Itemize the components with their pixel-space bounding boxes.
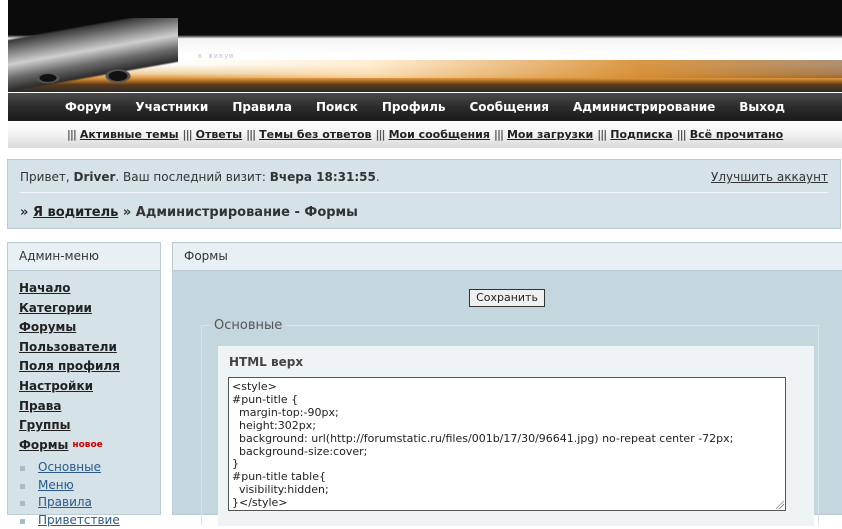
nav-profile[interactable]: Профиль [382,100,446,114]
breadcrumb: » Я водитель » Администрирование - Формы [20,205,358,220]
admin-menu-categories[interactable]: Категории [19,301,92,315]
subnav-separator: ||| [66,128,77,141]
subnav-item: ||| Ответы [183,128,243,141]
admin-menu-item: Настройки [19,377,160,397]
admin-menu-groups[interactable]: Группы [19,418,71,432]
html-top-section: HTML верх <style> #pun-title { margin-to… [218,346,814,526]
save-button[interactable]: Сохранить [469,289,545,307]
subnav-separator: ||| [597,128,607,141]
upgrade-account-link[interactable]: Улучшить аккаунт [711,170,828,184]
subnav-item: ||| Активные темы [67,128,179,141]
admin-menu-item: Пользователи [19,338,160,358]
breadcrumb-prefix: » [20,205,29,220]
main-navigation: Форум Участники Правила Поиск Профиль Со… [8,93,842,121]
admin-submenu-list: Основные Меню Правила Приветствие [8,455,160,529]
html-top-textarea[interactable]: <style> #pun-title { margin-top:-90px; h… [228,377,786,511]
subnav-item: ||| Мои загрузки [494,128,593,141]
subnav-item: ||| Мои сообщения [376,128,490,141]
admin-menu-item: Права [19,397,160,417]
greeting-text: Привет, [20,170,70,184]
last-visit-value: Вчера 18:31:55 [269,170,376,184]
admin-menu-item: Формы новое [19,436,160,456]
admin-menu: Админ-меню Начало Категории Форумы Польз… [7,242,161,527]
admin-menu-title: Админ-меню [8,243,160,271]
admin-menu-profile-fields[interactable]: Поля профиля [19,359,120,373]
subnav-separator: ||| [246,128,256,141]
subnav-active-topics[interactable]: Активные темы [80,128,179,141]
subnav-item: ||| Темы без ответов [246,128,371,141]
submenu-basic[interactable]: Основные [38,460,101,474]
subnav-my-posts[interactable]: Мои сообщения [389,128,490,141]
nav-administration[interactable]: Администрирование [573,100,715,114]
welcome-divider [20,192,828,193]
submenu-rules[interactable]: Правила [38,495,92,509]
admin-menu-item: Категории [19,299,160,319]
welcome-period: . [375,170,380,184]
forms-panel: Формы Сохранить Основные HTML верх <styl… [172,242,842,526]
banner-light-streak [168,60,842,78]
subnav-item: ||| Всё прочитано [677,128,784,141]
username: Driver [73,170,116,184]
admin-menu-forms[interactable]: Формы [19,438,68,452]
subnav-replies[interactable]: Ответы [196,128,242,141]
admin-menu-users[interactable]: Пользователи [19,340,117,354]
subnav-item: ||| Подписка [597,128,672,141]
admin-submenu-item: Основные [20,459,160,477]
nav-members[interactable]: Участники [135,100,208,114]
breadcrumb-home-link[interactable]: Я водитель [33,205,118,220]
subnav-unanswered[interactable]: Темы без ответов [259,128,371,141]
admin-menu-forums[interactable]: Форумы [19,320,76,334]
admin-menu-item: Поля профиля [19,357,160,377]
admin-menu-start[interactable]: Начало [19,281,71,295]
submenu-menu[interactable]: Меню [38,478,74,492]
admin-menu-item: Группы [19,416,160,436]
breadcrumb-current: » Администрирование - Формы [122,205,358,220]
sub-navigation: ||| Активные темы ||| Ответы ||| Темы без о… [8,121,842,148]
welcome-box: Привет, Driver. Ваш последний визит: Вче… [7,159,841,229]
last-visit-label: . Ваш последний визит: [115,170,266,184]
forms-panel-title: Формы [173,243,842,271]
subnav-separator: ||| [375,128,386,141]
admin-submenu-item: Меню [20,477,160,495]
subnav-separator: ||| [182,128,193,141]
subnav-separator: ||| [676,128,687,141]
welcome-line: Привет, Driver. Ваш последний визит: Вче… [20,170,380,184]
nav-messages[interactable]: Сообщения [469,100,548,114]
basic-fieldset: Основные HTML верх <style> #pun-title { … [201,318,819,526]
admin-menu-settings[interactable]: Настройки [19,379,93,393]
subnav-separator: ||| [493,128,504,141]
admin-menu-item: Форумы [19,318,160,338]
html-top-label: HTML верх [229,355,304,369]
fieldset-legend: Основные [210,318,287,333]
admin-submenu-item: Приветствие [20,512,160,529]
nav-logout[interactable]: Выход [739,100,785,114]
subnav-my-uploads[interactable]: Мои загрузки [507,128,593,141]
textarea-resize-handle[interactable] [776,501,784,509]
admin-menu-list: Начало Категории Форумы Пользователи Пол… [8,271,160,455]
admin-menu-item: Начало [19,279,160,299]
nav-search[interactable]: Поиск [316,100,358,114]
nav-rules[interactable]: Правила [232,100,292,114]
banner-watermark: в живую [198,52,235,60]
subnav-mark-all-read[interactable]: Всё прочитано [690,128,783,141]
banner-car-image [8,18,178,92]
new-badge: новое [72,439,103,450]
nav-forum[interactable]: Форум [65,100,111,114]
admin-menu-permissions[interactable]: Права [19,399,61,413]
subnav-subscriptions[interactable]: Подписка [610,128,672,141]
admin-submenu-item: Правила [20,494,160,512]
forum-banner: в живую [8,0,842,92]
